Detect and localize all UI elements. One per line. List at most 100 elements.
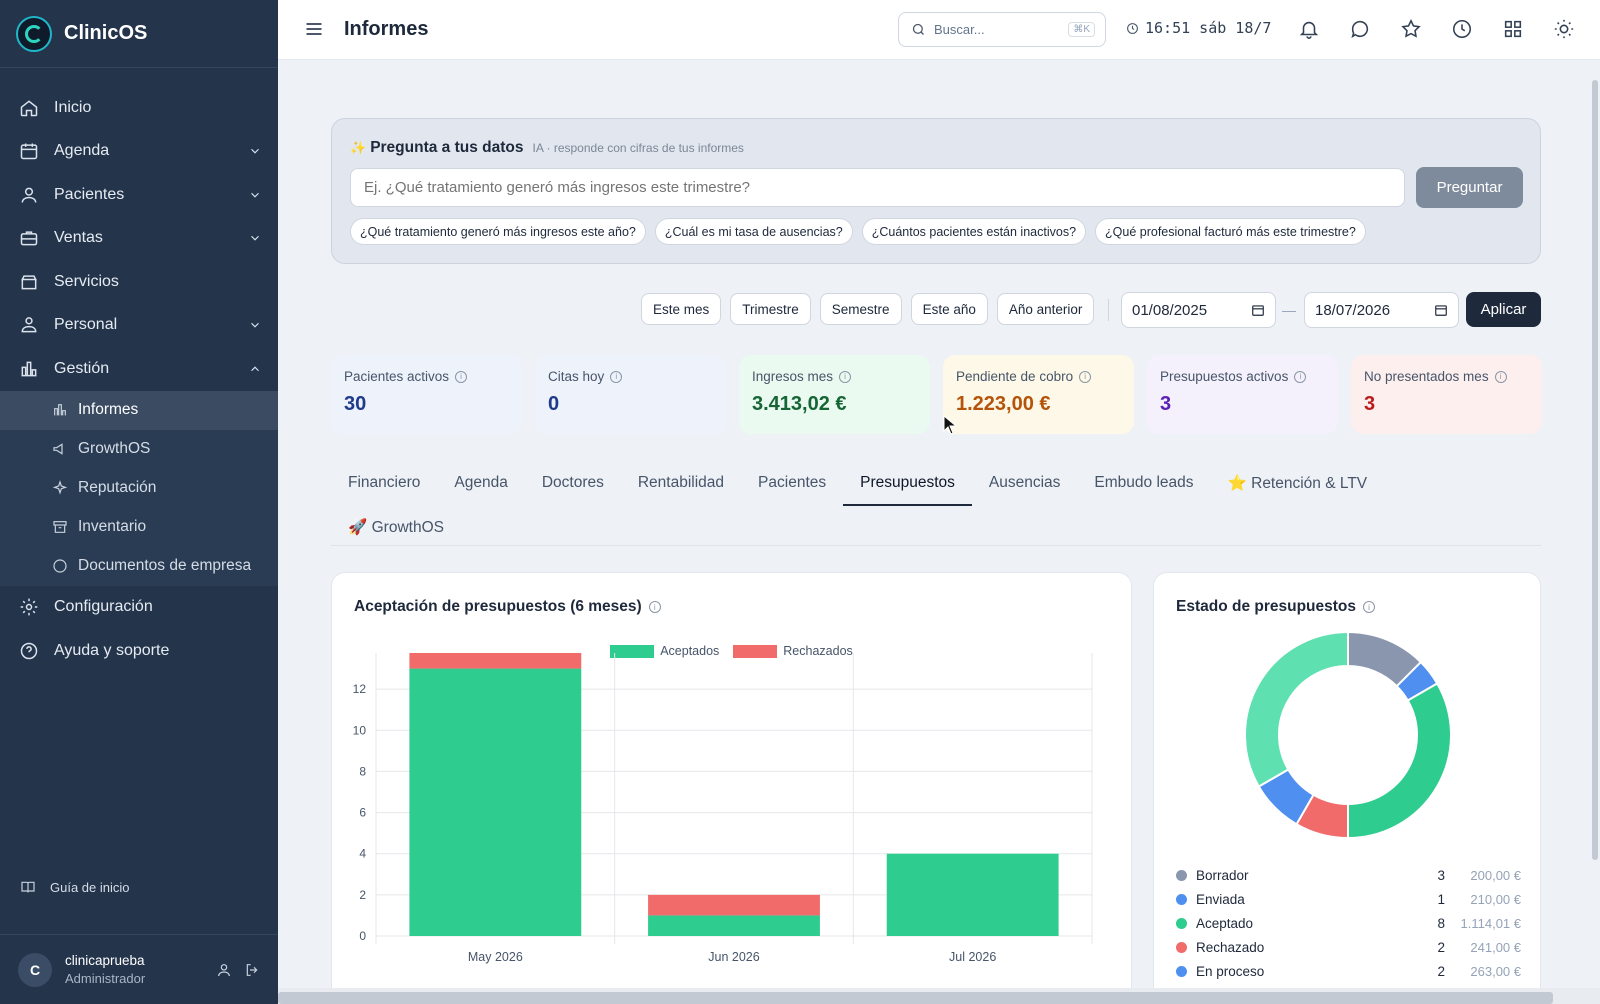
kpi-value: 3: [1160, 393, 1172, 415]
sidebar-item-pacientes[interactable]: Pacientes: [0, 173, 278, 217]
calendar-icon[interactable]: [1251, 303, 1265, 317]
suggestion-chip[interactable]: ¿Qué profesional facturó más este trimes…: [1095, 218, 1366, 245]
info-icon[interactable]: i: [1363, 601, 1376, 613]
sidebar-item-growthos[interactable]: GrowthOS: [0, 430, 278, 469]
donut-slice-aceptado[interactable]: [1347, 682, 1452, 840]
info-icon[interactable]: i: [648, 601, 661, 613]
profile-icon[interactable]: [216, 962, 232, 978]
logout-icon[interactable]: [244, 962, 260, 978]
period-filters: Este mes Trimestre Semestre Este año Año…: [641, 293, 1095, 325]
brand[interactable]: ClinicOS: [0, 0, 278, 68]
chevron-up-icon[interactable]: [248, 362, 262, 376]
info-icon[interactable]: i: [1079, 370, 1092, 383]
sidebar-item-informes[interactable]: Informes: [0, 390, 278, 430]
vertical-scrollbar[interactable]: [1590, 60, 1600, 1004]
bar-aceptados-1[interactable]: [648, 915, 820, 936]
sidebar-item-inventario[interactable]: Inventario: [0, 508, 278, 547]
chevron-down-icon[interactable]: [248, 231, 262, 245]
kpi-value: 30: [344, 393, 367, 415]
bar-aceptados-2[interactable]: [886, 853, 1059, 936]
ai-subtitle: IA · responde con cifras de tus informes: [532, 141, 744, 155]
bar-rechazados-1[interactable]: [648, 894, 820, 916]
kpi-value: 1.223,00 €: [956, 393, 1051, 415]
status-legend-item[interactable]: Aceptado 8 1.114,01 €: [1176, 911, 1521, 935]
chevron-down-icon[interactable]: [248, 318, 262, 332]
sun-icon[interactable]: [1553, 18, 1575, 40]
status-legend-item[interactable]: En proceso 2 263,00 €: [1176, 959, 1521, 983]
sidebar-item-servicios[interactable]: Servicios: [0, 260, 278, 304]
date-from-input[interactable]: 01/08/2025: [1121, 292, 1276, 328]
page-title: Informes: [344, 18, 429, 40]
sidebar-item-agenda[interactable]: Agenda: [0, 130, 278, 174]
clock: 16:51 sáb 18/7: [1126, 19, 1271, 37]
search-input[interactable]: Buscar... ⌘K: [898, 12, 1106, 47]
y-tick-label: 2: [359, 888, 366, 902]
filter-divider: [1108, 299, 1109, 321]
sparkle-icon: [52, 479, 70, 497]
status-legend-item[interactable]: Rechazado 2 241,00 €: [1176, 935, 1521, 959]
sidebar-item-inicio[interactable]: Inicio: [0, 86, 278, 130]
menu-icon[interactable]: [304, 19, 326, 41]
sidebar-item-ayuda[interactable]: Ayuda y soporte: [0, 629, 278, 673]
history-icon[interactable]: [1451, 18, 1473, 40]
chart-icon: [18, 358, 40, 380]
guide-link[interactable]: Guía de inicio: [20, 879, 130, 895]
kpi-card: No presentados mes i 3: [1351, 355, 1542, 434]
sidebar-item-reputacion[interactable]: Reputación: [0, 469, 278, 508]
period-trimestre-button[interactable]: Trimestre: [730, 293, 811, 325]
tab-0[interactable]: Financiero: [331, 464, 437, 502]
horizontal-scrollbar[interactable]: [278, 988, 1600, 1004]
tab-1[interactable]: Agenda: [437, 464, 524, 502]
tab-9[interactable]: 🚀 GrowthOS: [331, 508, 461, 546]
sidebar-item-ventas[interactable]: Ventas: [0, 217, 278, 261]
donut-slice-completado[interactable]: [1244, 630, 1349, 788]
info-icon[interactable]: i: [610, 370, 623, 383]
info-icon[interactable]: i: [839, 370, 852, 383]
info-icon[interactable]: i: [1494, 370, 1507, 383]
info-icon[interactable]: i: [455, 370, 468, 383]
grid-icon[interactable]: [1502, 18, 1524, 40]
search-shortcut: ⌘K: [1068, 22, 1095, 37]
period-este-mes-button[interactable]: Este mes: [641, 293, 722, 325]
tab-3[interactable]: Rentabilidad: [621, 464, 741, 502]
chat-icon[interactable]: [1349, 18, 1371, 40]
status-legend-item[interactable]: Enviada 1 210,00 €: [1176, 887, 1521, 911]
sidebar-item-configuracion[interactable]: Configuración: [0, 586, 278, 630]
calendar-icon[interactable]: [1434, 303, 1448, 317]
legend-dot: [1176, 917, 1187, 929]
avatar[interactable]: C: [18, 952, 52, 987]
bar-rechazados-0[interactable]: [409, 653, 582, 669]
info-icon[interactable]: i: [1294, 370, 1307, 383]
gear-icon: [18, 596, 40, 618]
period-este-ano-button[interactable]: Este año: [910, 293, 988, 325]
tab-4[interactable]: Pacientes: [741, 464, 843, 502]
suggestion-chip[interactable]: ¿Cuántos pacientes están inactivos?: [861, 218, 1087, 245]
bar-aceptados-0[interactable]: [409, 668, 582, 936]
tab-6[interactable]: Ausencias: [972, 464, 1078, 502]
legend-dot: [1176, 941, 1187, 953]
ask-button[interactable]: Preguntar: [1416, 167, 1523, 208]
tab-8[interactable]: ⭐ Retención & LTV: [1211, 464, 1385, 502]
apply-button[interactable]: Aplicar: [1466, 292, 1541, 327]
period-ano-anterior-button[interactable]: Año anterior: [996, 293, 1095, 325]
tab-2[interactable]: Doctores: [525, 464, 621, 502]
clock-icon: [1127, 22, 1138, 34]
suggestion-chip[interactable]: ¿Cuál es mi tasa de ausencias?: [654, 218, 853, 245]
chevron-down-icon[interactable]: [248, 188, 262, 202]
tab-5[interactable]: Presupuestos: [843, 464, 972, 506]
ai-question-input[interactable]: [350, 168, 1405, 207]
date-to-input[interactable]: 18/07/2026: [1304, 292, 1459, 328]
status-legend-item[interactable]: Borrador 3 200,00 €: [1176, 863, 1521, 887]
sidebar-item-personal[interactable]: Personal: [0, 304, 278, 348]
bell-icon[interactable]: [1298, 18, 1320, 40]
topbar-actions: [1298, 18, 1575, 40]
chevron-down-icon[interactable]: [248, 144, 262, 158]
budget-status-card: Estado de presupuestos i Borrador 3 200,00 …: [1153, 572, 1541, 1004]
sidebar-item-documentos[interactable]: Documentos de empresa: [0, 547, 278, 586]
suggestion-chip[interactable]: ¿Qué tratamiento generó más ingresos est…: [350, 218, 646, 245]
period-semestre-button[interactable]: Semestre: [819, 293, 902, 325]
sidebar-item-gestion[interactable]: Gestión: [0, 347, 278, 391]
search-icon: [912, 23, 924, 35]
tab-7[interactable]: Embudo leads: [1077, 464, 1210, 502]
star-icon[interactable]: [1400, 18, 1422, 40]
